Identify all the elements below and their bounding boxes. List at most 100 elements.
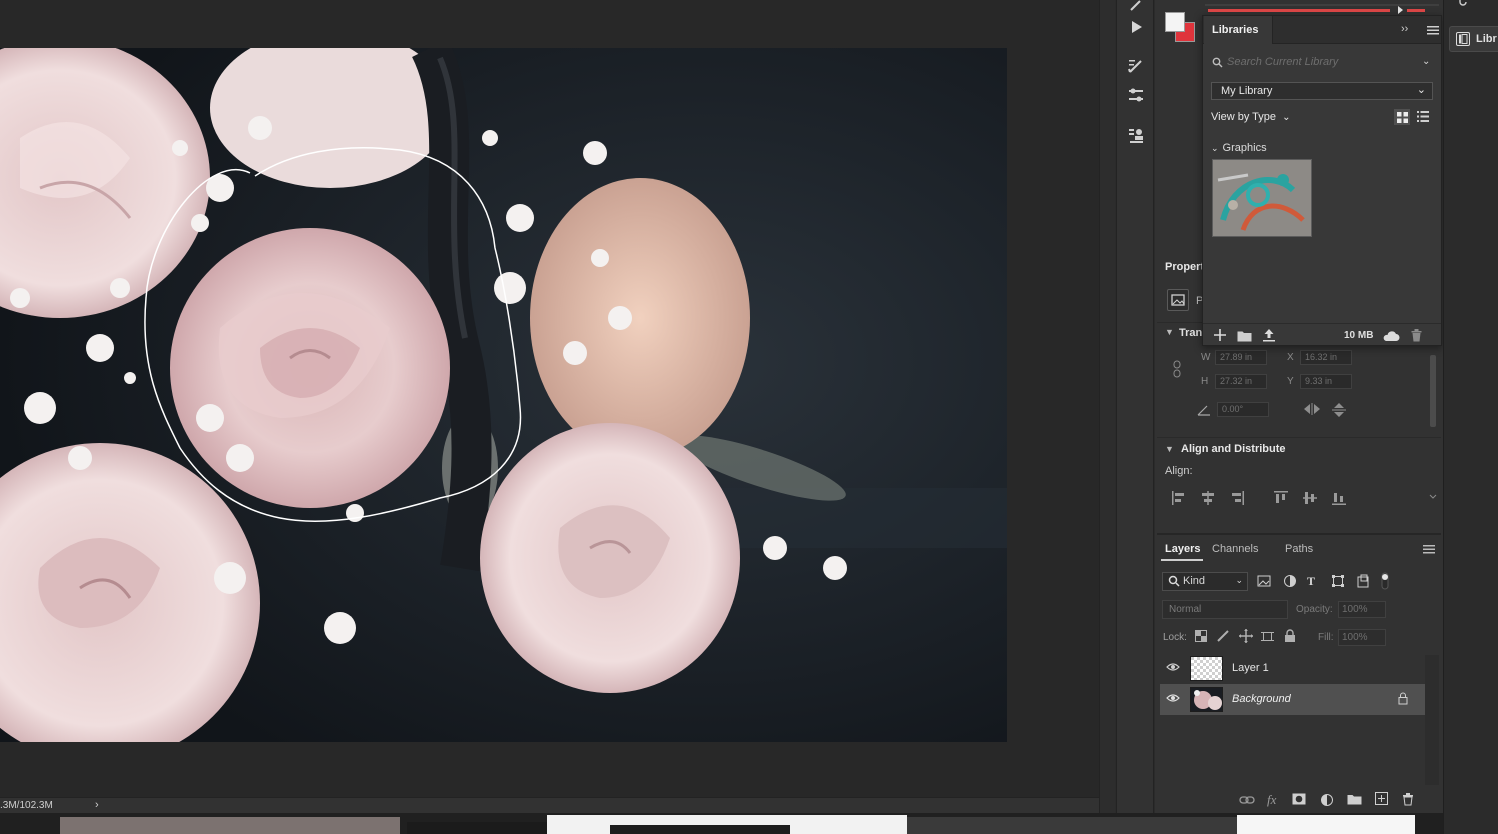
align-left-edges-icon[interactable] [1171, 490, 1187, 506]
lock-position-icon[interactable] [1239, 629, 1253, 643]
visibility-eye-icon[interactable] [1166, 662, 1180, 672]
layer-thumbnail [1190, 687, 1223, 712]
align-bottom-edges-icon[interactable] [1331, 490, 1347, 506]
flip-vertical-icon[interactable] [1331, 401, 1347, 419]
delete-layer-trash-icon[interactable] [1402, 792, 1414, 806]
active-tab-indicator [1161, 559, 1203, 561]
opacity-field[interactable]: 100% [1338, 601, 1386, 618]
lock-image-pixels-icon[interactable] [1217, 630, 1229, 642]
document-canvas[interactable] [0, 48, 1007, 742]
top-panel-slider[interactable] [1202, 4, 1442, 14]
libraries-panel: Libraries ›› Search Current Library ⌄ My… [1202, 15, 1442, 346]
width-field[interactable]: 27.89 in [1215, 350, 1267, 365]
canvas-workspace[interactable] [0, 0, 1099, 797]
tab-channels[interactable]: Channels [1212, 543, 1258, 555]
search-filter-chevron-icon[interactable]: ⌄ [1422, 56, 1430, 67]
clone-source-icon[interactable] [1125, 124, 1147, 146]
filter-shape-icon[interactable] [1331, 574, 1345, 588]
upload-icon[interactable] [1263, 328, 1275, 342]
add-element-plus-icon[interactable] [1214, 329, 1226, 341]
align-right-edges-icon[interactable] [1229, 490, 1245, 506]
w-label: W [1201, 352, 1211, 363]
flip-horizontal-icon[interactable] [1302, 402, 1322, 416]
adjustments-icon[interactable] [1125, 84, 1147, 106]
layer-name: Background [1232, 693, 1291, 705]
layer-filter-kind-select[interactable]: Kind ⌄ [1162, 572, 1248, 591]
library-graphic-thumbnail[interactable] [1212, 159, 1312, 237]
layers-scrollbar[interactable] [1425, 655, 1439, 785]
new-adjustment-layer-icon[interactable] [1320, 793, 1334, 807]
library-storage-size: 10 MB [1344, 330, 1374, 341]
libraries-tabbar: Libraries ›› [1203, 16, 1441, 44]
y-field[interactable]: 9.33 in [1300, 374, 1352, 389]
status-menu-arrow-icon[interactable]: › [95, 799, 99, 811]
visibility-eye-icon[interactable] [1166, 693, 1180, 703]
libraries-menu-icon[interactable] [1427, 26, 1439, 36]
library-select[interactable]: My Library ⌄ [1211, 82, 1433, 100]
library-name: My Library [1221, 85, 1273, 97]
rose-photo [0, 48, 1007, 742]
layers-panel-menu-icon[interactable] [1423, 544, 1435, 554]
libraries-collapsed-button[interactable]: Libr [1449, 26, 1498, 52]
lock-transparent-pixels-icon[interactable] [1195, 630, 1207, 642]
fill-field[interactable]: 100% [1338, 629, 1386, 646]
filter-type-icon[interactable]: T [1307, 574, 1315, 589]
filter-adjustment-icon[interactable] [1283, 574, 1297, 588]
align-top-edges-icon[interactable] [1273, 490, 1289, 506]
cloud-sync-icon[interactable] [1382, 330, 1400, 342]
library-search-input[interactable]: Search Current Library [1211, 53, 1433, 73]
add-mask-icon[interactable] [1292, 793, 1306, 805]
x-field[interactable]: 16.32 in [1300, 350, 1352, 365]
chevron-down-icon: ▼ [1165, 327, 1174, 337]
graphics-section-header[interactable]: ⌄ Graphics [1211, 142, 1267, 154]
link-proportions-icon[interactable] [1171, 360, 1183, 378]
align-vertical-centers-icon[interactable] [1302, 490, 1318, 506]
align-horizontal-centers-icon[interactable] [1200, 490, 1216, 506]
properties-title: Propert [1165, 261, 1205, 273]
collapse-panel-icon[interactable]: ›› [1401, 23, 1408, 35]
folder-icon[interactable] [1237, 330, 1252, 342]
x-label: X [1287, 352, 1294, 363]
layers-footer-toolbar: fx [1157, 790, 1441, 812]
layer-thumbnail [1190, 656, 1223, 681]
align-distribute-header[interactable]: ▼ Align and Distribute [1157, 437, 1441, 459]
filter-toggle-switch[interactable] [1379, 572, 1391, 590]
filter-smart-object-icon[interactable] [1356, 574, 1370, 588]
brush-settings-icon[interactable] [1125, 55, 1147, 77]
doc-size-readout[interactable]: .3M/102.3M [0, 800, 53, 811]
lock-all-icon[interactable] [1284, 629, 1296, 643]
height-field[interactable]: 27.32 in [1215, 374, 1267, 389]
actions-play-icon[interactable] [1125, 16, 1147, 38]
status-bar: .3M/102.3M › [0, 797, 1115, 813]
tab-paths[interactable]: Paths [1285, 543, 1313, 555]
properties-scrollbar[interactable] [1427, 355, 1439, 505]
list-view-icon[interactable] [1417, 111, 1429, 122]
grid-view-icon[interactable] [1394, 109, 1410, 125]
panel-icon[interactable] [1458, 0, 1470, 6]
angle-field[interactable]: 0.00° [1217, 402, 1269, 417]
history-brush-icon[interactable] [1125, 0, 1147, 16]
foreground-color-swatch[interactable] [1165, 12, 1185, 32]
lock-artboard-icon[interactable] [1261, 630, 1274, 643]
new-group-folder-icon[interactable] [1347, 793, 1362, 805]
workspace-vertical-scrollbar[interactable] [1099, 0, 1115, 813]
chevron-down-icon: ⌄ [1282, 112, 1291, 123]
align-distribute-title: Align and Distribute [1181, 443, 1286, 455]
libraries-collapsed-label: Libr [1476, 33, 1497, 45]
link-layers-icon[interactable] [1239, 794, 1255, 806]
color-swatches[interactable] [1165, 12, 1197, 44]
layer-row-background[interactable]: Background [1160, 684, 1425, 715]
new-layer-icon[interactable] [1375, 792, 1388, 805]
layer-row-layer-1[interactable]: Layer 1 [1160, 653, 1425, 684]
layer-style-fx-icon[interactable]: fx [1267, 792, 1276, 808]
blend-mode-select[interactable]: Normal [1162, 600, 1288, 619]
fill-label: Fill: [1318, 632, 1334, 643]
graphics-label: Graphics [1222, 142, 1267, 154]
delete-trash-icon[interactable] [1411, 329, 1422, 342]
view-by-type-dropdown[interactable]: View by Type ⌄ [1211, 111, 1290, 123]
view-by-label: View by Type [1211, 111, 1277, 123]
tab-layers[interactable]: Layers [1165, 543, 1200, 555]
lock-icon [1398, 692, 1408, 705]
filter-pixel-icon[interactable] [1257, 574, 1271, 588]
tab-libraries[interactable]: Libraries [1204, 16, 1273, 44]
